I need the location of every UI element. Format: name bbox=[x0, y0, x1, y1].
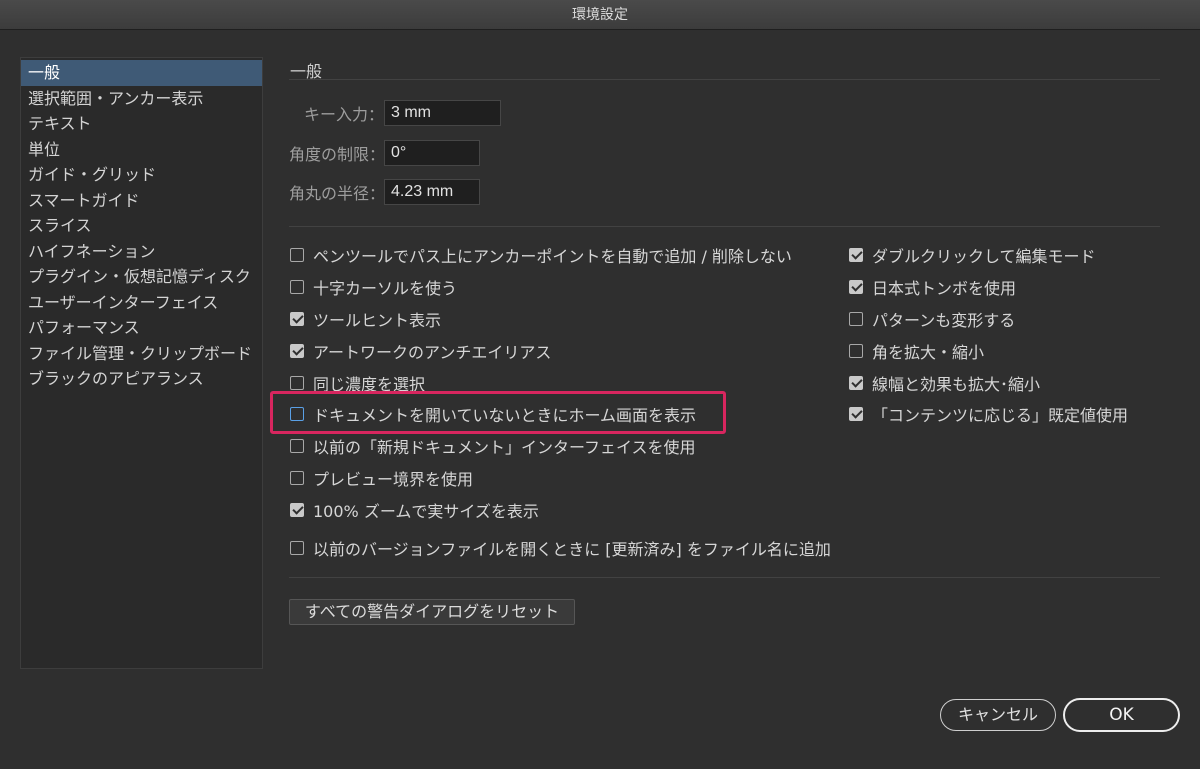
checkbox-checked-icon[interactable] bbox=[849, 407, 863, 421]
sidebar-item-hyphenation[interactable]: ハイフネーション bbox=[21, 239, 262, 265]
checkbox-checked-icon[interactable] bbox=[849, 248, 863, 262]
divider bbox=[289, 226, 1160, 227]
window-titlebar: 環境設定 bbox=[0, 0, 1200, 30]
window-title: 環境設定 bbox=[572, 7, 628, 23]
checkbox-icon[interactable] bbox=[849, 344, 863, 358]
checkbox-icon[interactable] bbox=[290, 376, 304, 390]
checkbox-checked-icon[interactable] bbox=[849, 280, 863, 294]
option-label: パターンも変形する bbox=[872, 311, 1016, 330]
option-label: ペンツールでパス上にアンカーポイントを自動で追加 / 削除しない bbox=[313, 247, 792, 266]
checkbox-icon[interactable] bbox=[290, 248, 304, 262]
constrain-angle-label: 角度の制限： bbox=[289, 145, 386, 164]
option-double-click-isolate[interactable]: ダブルクリックして編集モード bbox=[849, 243, 1096, 267]
constrain-angle-input[interactable]: 0° bbox=[384, 140, 480, 166]
option-real-size-at-100[interactable]: 100% ズームで実サイズを表示 bbox=[290, 498, 539, 522]
option-scale-strokes-effects[interactable]: 線幅と効果も拡大･縮小 bbox=[849, 371, 1040, 395]
divider bbox=[289, 577, 1160, 578]
option-append-converted[interactable]: 以前のバージョンファイルを開くときに [更新済み] をファイル名に追加 bbox=[290, 536, 831, 560]
sidebar-item-appearance-of-black[interactable]: ブラックのアピアランス bbox=[21, 366, 262, 392]
checkbox-checked-icon[interactable] bbox=[849, 376, 863, 390]
checkbox-icon[interactable] bbox=[849, 312, 863, 326]
option-pen-disable-auto-add-delete[interactable]: ペンツールでパス上にアンカーポイントを自動で追加 / 削除しない bbox=[290, 243, 792, 267]
constrain-angle-row: 角度の制限： 0° bbox=[289, 140, 480, 166]
checkbox-checked-icon[interactable] bbox=[290, 503, 304, 517]
option-japanese-crop-marks[interactable]: 日本式トンボを使用 bbox=[849, 275, 1016, 299]
option-legacy-new-document[interactable]: 以前の「新規ドキュメント」インターフェイスを使用 bbox=[290, 434, 696, 458]
checkbox-icon[interactable] bbox=[290, 471, 304, 485]
sidebar-item-plugins-scratch-disks[interactable]: プラグイン・仮想記憶ディスク bbox=[21, 264, 262, 290]
option-transform-pattern-tiles[interactable]: パターンも変形する bbox=[849, 307, 1015, 331]
sidebar-item-text[interactable]: テキスト bbox=[21, 111, 262, 137]
divider bbox=[289, 79, 1160, 80]
cancel-button[interactable]: キャンセル bbox=[940, 699, 1056, 731]
sidebar-item-slices[interactable]: スライス bbox=[21, 213, 262, 239]
sidebar-item-guides-grid[interactable]: ガイド・グリッド bbox=[21, 162, 262, 188]
keyboard-increment-input[interactable]: 3 mm bbox=[384, 100, 501, 126]
sidebar-item-general[interactable]: 一般 bbox=[21, 60, 262, 86]
option-anti-aliased-artwork[interactable]: アートワークのアンチエイリアス bbox=[290, 339, 551, 363]
option-label: 100% ズームで実サイズを表示 bbox=[313, 502, 539, 521]
reset-warning-dialogs-button[interactable]: すべての警告ダイアログをリセット bbox=[289, 599, 575, 625]
option-use-preview-bounds[interactable]: プレビュー境界を使用 bbox=[290, 466, 473, 490]
option-scale-corners[interactable]: 角を拡大・縮小 bbox=[849, 339, 984, 363]
highlight-annotation bbox=[270, 391, 726, 434]
option-label: 「コンテンツに応じる」既定値使用 bbox=[872, 406, 1129, 425]
sidebar-item-user-interface[interactable]: ユーザーインターフェイス bbox=[21, 290, 262, 316]
option-label: ツールヒント表示 bbox=[313, 311, 442, 330]
corner-radius-label: 角丸の半径： bbox=[289, 184, 386, 203]
checkbox-checked-icon[interactable] bbox=[290, 344, 304, 358]
option-label: 線幅と効果も拡大･縮小 bbox=[872, 375, 1041, 394]
option-label: プレビュー境界を使用 bbox=[313, 470, 474, 489]
option-label: アートワークのアンチエイリアス bbox=[313, 343, 552, 362]
preferences-sidebar: 一般 選択範囲・アンカー表示 テキスト 単位 ガイド・グリッド スマートガイド … bbox=[20, 57, 263, 669]
option-label: 以前のバージョンファイルを開くときに [更新済み] をファイル名に追加 bbox=[313, 540, 831, 559]
checkbox-checked-icon[interactable] bbox=[290, 312, 304, 326]
option-label: 角を拡大・縮小 bbox=[872, 343, 985, 362]
option-label: 日本式トンボを使用 bbox=[872, 279, 1017, 298]
option-label: 十字カーソルを使う bbox=[313, 279, 458, 298]
sidebar-item-file-handling-clipboard[interactable]: ファイル管理・クリップボード bbox=[21, 341, 262, 367]
sidebar-item-smart-guides[interactable]: スマートガイド bbox=[21, 188, 262, 214]
checkbox-icon[interactable] bbox=[290, 439, 304, 453]
keyboard-increment-label: キー入力： bbox=[303, 105, 384, 124]
keyboard-increment-row: キー入力： 3 mm bbox=[289, 100, 501, 126]
checkbox-icon[interactable] bbox=[290, 280, 304, 294]
sidebar-item-performance[interactable]: パフォーマンス bbox=[21, 315, 262, 341]
corner-radius-input[interactable]: 4.23 mm bbox=[384, 179, 480, 205]
ok-button[interactable]: OK bbox=[1063, 698, 1180, 732]
option-show-tool-tips[interactable]: ツールヒント表示 bbox=[290, 307, 441, 331]
option-label: 以前の「新規ドキュメント」インターフェイスを使用 bbox=[313, 438, 696, 457]
option-label: ダブルクリックして編集モード bbox=[872, 247, 1096, 266]
corner-radius-row: 角丸の半径： 4.23 mm bbox=[289, 179, 480, 205]
option-content-aware-defaults[interactable]: 「コンテンツに応じる」既定値使用 bbox=[849, 402, 1128, 426]
option-precise-cursors[interactable]: 十字カーソルを使う bbox=[290, 275, 457, 299]
sidebar-item-selection-anchor[interactable]: 選択範囲・アンカー表示 bbox=[21, 86, 262, 112]
sidebar-item-units[interactable]: 単位 bbox=[21, 137, 262, 163]
checkbox-icon[interactable] bbox=[290, 541, 304, 555]
